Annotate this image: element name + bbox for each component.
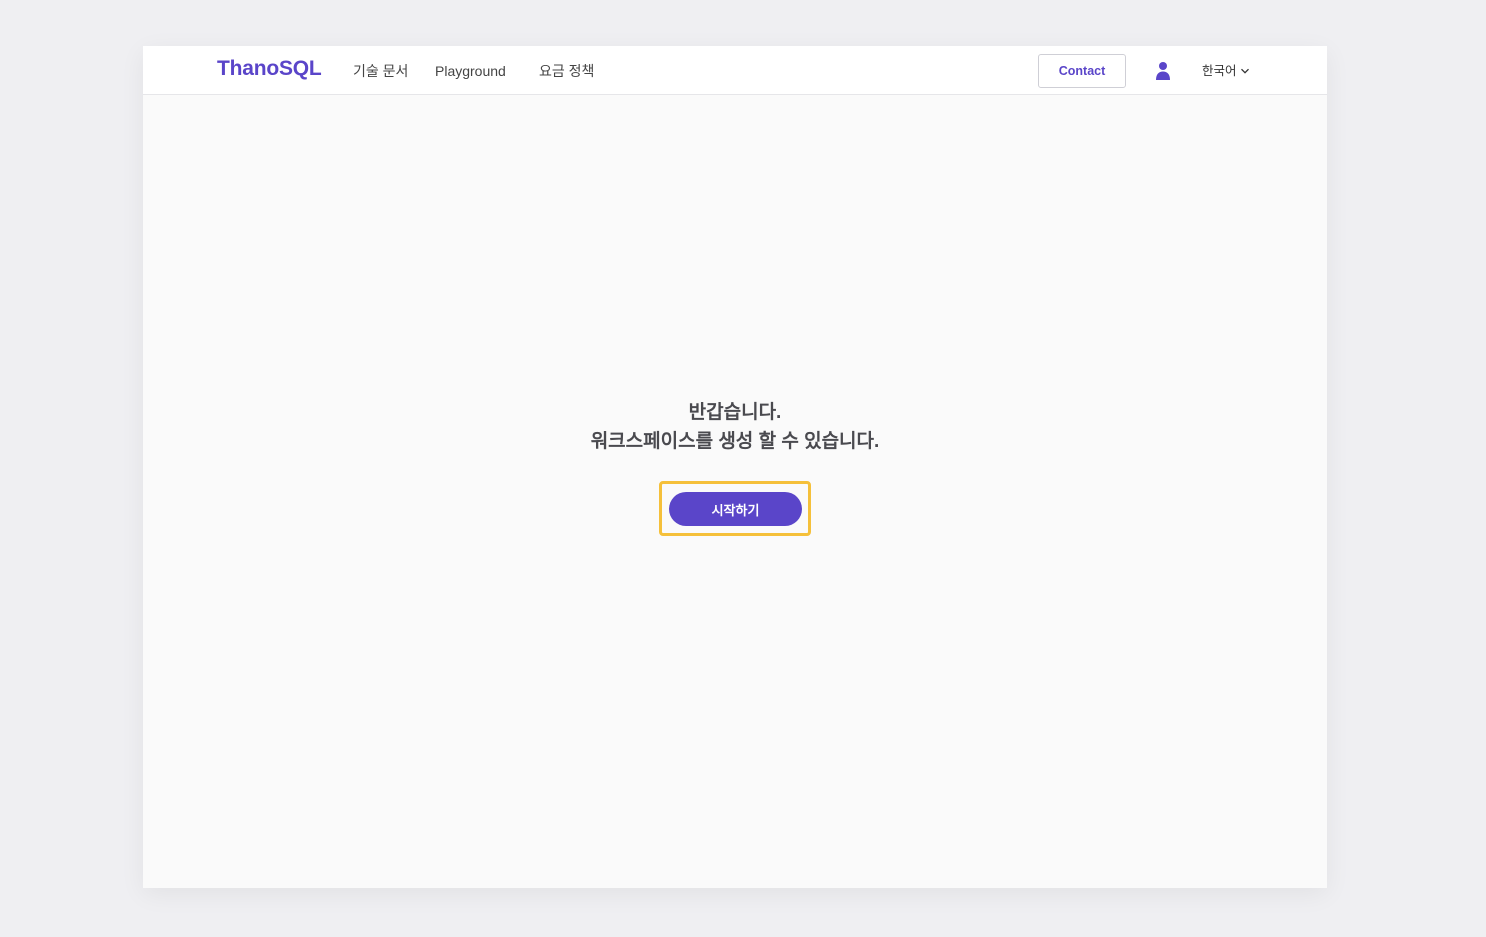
nav-link-docs[interactable]: 기술 문서 (353, 62, 408, 80)
greeting-line-1: 반갑습니다. (688, 402, 782, 423)
language-label: 한국어 (1202, 64, 1237, 78)
app-window: ThanoSQL 기술 문서 Playground 요금 정책 Contact … (143, 46, 1327, 888)
logo[interactable]: ThanoSQL (217, 56, 322, 82)
nav-link-pricing[interactable]: 요금 정책 (539, 62, 594, 80)
welcome-message: 반갑습니다. 워크스페이스를 생성 할 수 있습니다. (143, 398, 1327, 456)
language-selector[interactable]: 한국어 (1202, 63, 1250, 79)
chevron-down-icon (1240, 66, 1250, 76)
contact-button[interactable]: Contact (1038, 54, 1126, 88)
top-navbar: ThanoSQL 기술 문서 Playground 요금 정책 Contact … (143, 46, 1327, 95)
nav-link-playground[interactable]: Playground (435, 62, 506, 80)
start-button[interactable]: 시작하기 (669, 492, 802, 526)
greeting-line-2: 워크스페이스를 생성 할 수 있습니다. (590, 431, 880, 452)
user-icon[interactable] (1154, 61, 1172, 81)
